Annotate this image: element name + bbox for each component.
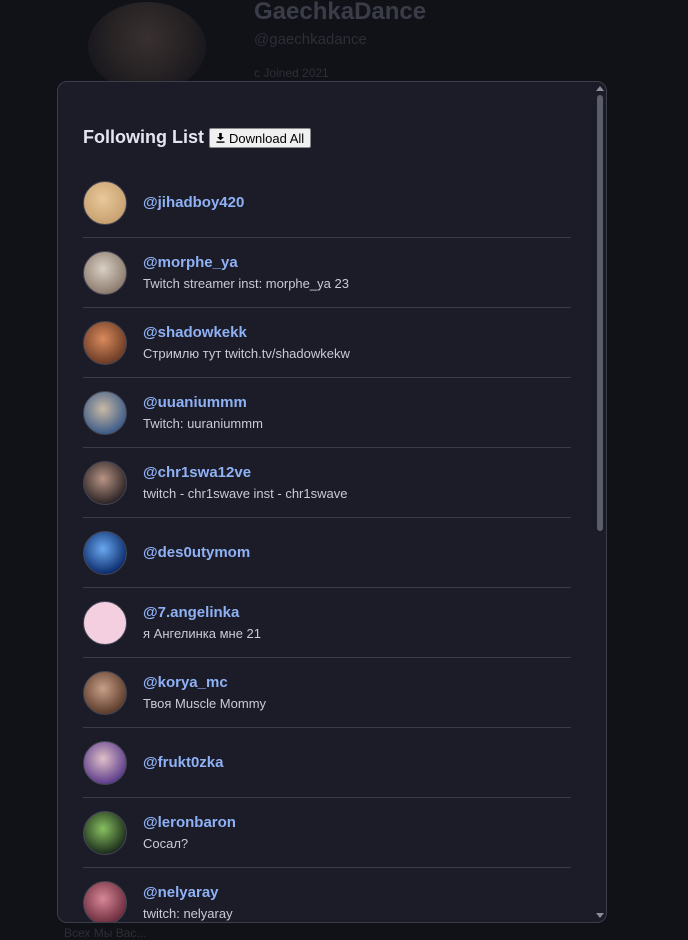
user-info: @morphe_ya Twitch streamer inst: morphe_y… [143, 254, 349, 291]
user-avatar[interactable] [83, 390, 127, 435]
user-bio: Стримлю тут twitch.tv/shadowkekw [143, 346, 350, 361]
user-bio: Сосал? [143, 836, 189, 851]
user-info: @7.angelinka я Ангелинка мне 21 [143, 604, 261, 641]
user-avatar[interactable] [83, 460, 127, 505]
user-avatar[interactable] [83, 530, 127, 575]
user-avatar[interactable] [83, 880, 127, 922]
user-handle-link[interactable]: @morphe_ya [143, 254, 349, 271]
following-row: @7.angelinka я Ангелинка мне 21 [83, 588, 571, 658]
user-avatar[interactable] [83, 670, 127, 715]
following-row: @morphe_ya Twitch streamer inst: morphe_y… [83, 238, 571, 308]
following-row: @des0utymom [83, 518, 571, 588]
following-row: @uuaniummm Twitch: uuraniummm [83, 378, 571, 448]
user-bio: Твоя Muscle Mommy [143, 696, 267, 711]
user-handle-link[interactable]: @des0utymom [143, 544, 250, 561]
user-info: @nelyaray twitch: nelyaray [143, 884, 233, 921]
user-info: @chr1swa12ve twitch - chr1swave inst - ch… [143, 464, 347, 501]
user-handle-link[interactable]: @shadowkekk [143, 324, 350, 341]
user-bio: twitch - chr1swave inst - chr1swave [143, 486, 348, 501]
user-handle-link[interactable]: @nelyaray [143, 884, 233, 901]
user-handle-link[interactable]: @leronbaron [143, 814, 236, 831]
user-avatar[interactable] [83, 600, 127, 645]
following-list: @jihadboy420 @morphe_ya Twitch streamer in… [83, 168, 571, 922]
profile-handle: @gaechkadance [254, 31, 367, 48]
user-handle-link[interactable]: @uuaniummm [143, 394, 263, 411]
user-bio: я Ангелинка мне 21 [143, 626, 262, 641]
profile-avatar [88, 2, 206, 92]
modal-header: Following List Download All [83, 126, 312, 148]
download-all-button[interactable]: Download All [208, 128, 312, 148]
user-bio: Twitch: uuraniummm [143, 416, 263, 431]
user-handle-link[interactable]: @jihadboy420 [143, 194, 244, 211]
following-row: @nelyaray twitch: nelyaray [83, 868, 571, 922]
following-row: @chr1swa12ve twitch - chr1swave inst - ch… [83, 448, 571, 518]
scroll-down-arrow-icon[interactable] [596, 913, 604, 918]
profile-name: GaechkaDance [254, 0, 427, 25]
user-info: @des0utymom [143, 544, 250, 561]
modal-title: Following List [83, 126, 204, 147]
download-icon [216, 133, 225, 143]
user-info: @uuaniummm Twitch: uuraniummm [143, 394, 263, 431]
user-handle-link[interactable]: @chr1swa12ve [143, 464, 347, 481]
user-avatar[interactable] [83, 250, 127, 295]
user-avatar[interactable] [83, 320, 127, 365]
following-row: @korya_mc Твоя Muscle Mommy [83, 658, 571, 728]
user-info: @leronbaron Сосал? [143, 814, 236, 851]
following-row: @frukt0zka [83, 728, 571, 798]
following-list-modal: Following List Download All @jihadboy420… [57, 81, 607, 923]
following-row: @shadowkekk Стримлю тут twitch.tv/shadowk… [83, 308, 571, 378]
user-bio: Twitch streamer inst: morphe_ya 23 [143, 276, 349, 291]
user-bio: twitch: nelyaray [143, 906, 233, 921]
scrollbar-thumb[interactable] [597, 95, 603, 531]
scroll-up-arrow-icon[interactable] [596, 86, 604, 91]
user-avatar[interactable] [83, 810, 127, 855]
user-avatar[interactable] [83, 180, 127, 225]
download-all-label: Download All [228, 130, 305, 146]
user-handle-link[interactable]: @korya_mc [143, 674, 266, 691]
following-row: @jihadboy420 [83, 168, 571, 238]
user-handle-link[interactable]: @frukt0zka [143, 754, 224, 771]
background-footer-text: Всех Мы Вас... [64, 926, 147, 940]
user-info: @jihadboy420 [143, 194, 244, 211]
user-info: @korya_mc Твоя Muscle Mommy [143, 674, 266, 711]
modal-scrollbar[interactable] [594, 82, 606, 922]
user-handle-link[interactable]: @7.angelinka [143, 604, 261, 621]
user-info: @shadowkekk Стримлю тут twitch.tv/shadowk… [143, 324, 350, 361]
user-info: @frukt0zka [143, 754, 224, 771]
user-avatar[interactable] [83, 740, 127, 785]
profile-joined: с Joined 2021 [254, 66, 329, 80]
following-row: @leronbaron Сосал? [83, 798, 571, 868]
